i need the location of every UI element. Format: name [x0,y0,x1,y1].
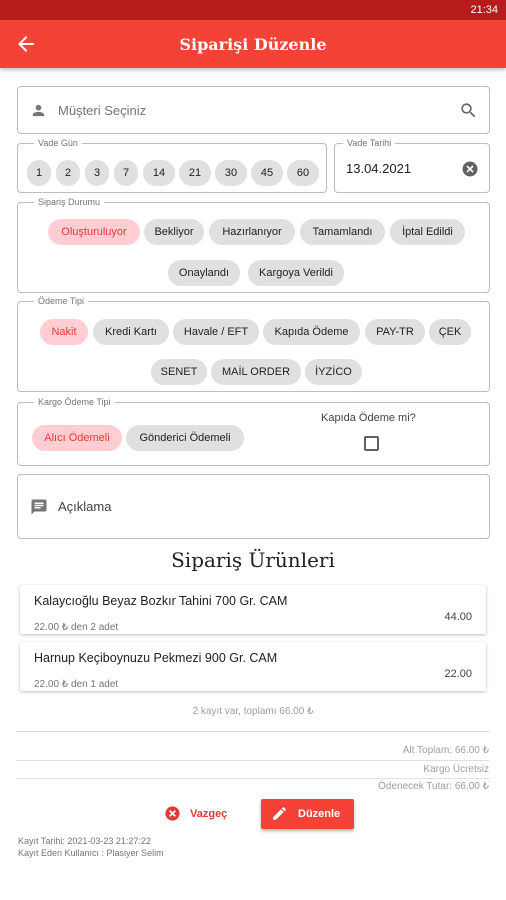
divider [16,778,490,779]
odeme-tipi-group: Ödeme Tipi Nakit Kredi Kartı Havale / EF… [17,295,490,392]
kargo-ucreti: Kargo Ücretsiz [423,764,489,775]
odeme-tipi-chip-selected[interactable]: Nakit [40,319,88,345]
status-bar: 21:34 [0,0,506,20]
vade-tarihi-value: 13.04.2021 [346,161,412,176]
products-title: Sipariş Ürünleri [171,548,335,572]
siparis-durumu-chip[interactable]: İptal Edildi [390,219,465,245]
product-name: Harnup Keçiboynuzu Pekmezi 900 Gr. CAM [34,651,278,665]
submit-button[interactable]: Düzenle [261,799,354,829]
page-title: Siparişi Düzenle [179,35,327,54]
vade-gun-group: Vade Gün 1 2 3 7 14 21 30 45 60 [17,137,327,193]
submit-label: Düzenle [298,808,341,820]
status-time: 21:34 [470,4,498,16]
clear-icon[interactable] [461,160,479,183]
odeme-tipi-chip[interactable]: SENET [151,359,207,385]
odeme-tipi-chip[interactable]: Kapıda Ödeme [263,319,360,345]
vade-gun-chip[interactable]: 2 [56,160,80,186]
vade-gun-chip[interactable]: 14 [143,160,175,186]
product-total: 44.00 [444,611,472,623]
product-detail: 22.00 ₺ den 1 adet [34,679,119,690]
siparis-durumu-legend: Sipariş Durumu [34,196,105,208]
app-bar: Siparişi Düzenle [0,20,506,68]
product-name: Kalaycıoğlu Beyaz Bozkır Tahini 700 Gr. … [34,594,288,608]
divider [16,760,490,761]
product-detail: 22.00 ₺ den 2 adet [34,622,119,633]
vade-gun-chip[interactable]: 30 [215,160,247,186]
odeme-tipi-legend: Ödeme Tipi [34,295,89,307]
siparis-durumu-chip-selected[interactable]: Oluşturuluyor [48,219,140,245]
kargo-odeme-chip-selected[interactable]: Alıcı Ödemeli [32,425,122,451]
cancel-icon [164,805,181,827]
odeme-tipi-chip[interactable]: MAİL ORDER [211,359,301,385]
kargo-odeme-tipi-group: Kargo Ödeme Tipi Alıcı Ödemeli Gönderici… [17,396,490,466]
siparis-durumu-chip[interactable]: Tamamlandı [300,219,385,245]
vade-gun-chip[interactable]: 60 [287,160,319,186]
person-icon [30,102,47,124]
vade-gun-chip[interactable]: 21 [179,160,211,186]
odeme-tipi-chip[interactable]: İYZİCO [305,359,362,385]
alt-toplam: Alt Toplam: 66.00 ₺ [402,745,489,756]
customer-placeholder: Müşteri Seçiniz [58,103,147,118]
vade-tarihi-legend: Vade Tarihi [343,137,396,149]
siparis-durumu-chip[interactable]: Kargoya Verildi [248,260,344,286]
vade-gun-chip[interactable]: 3 [85,160,109,186]
product-total: 22.00 [444,668,472,680]
product-card[interactable]: Harnup Keçiboynuzu Pekmezi 900 Gr. CAM 2… [20,642,486,691]
siparis-durumu-chip[interactable]: Hazırlanıyor [209,219,295,245]
customer-select-field[interactable]: Müşteri Seçiniz [17,86,490,134]
comment-icon [30,498,48,521]
vade-gun-chip[interactable]: 45 [251,160,283,186]
vade-gun-legend: Vade Gün [34,137,82,149]
siparis-durumu-chip[interactable]: Onaylandı [168,260,240,286]
kargo-odeme-tipi-legend: Kargo Ödeme Tipi [34,396,115,408]
odeme-tipi-chip[interactable]: Kredi Kartı [93,319,169,345]
odeme-tipi-chip[interactable]: ÇEK [429,319,471,345]
odeme-tipi-chip[interactable]: Havale / EFT [173,319,259,345]
products-summary: 2 kayıt var, toplamı 66.00 ₺ [192,706,314,717]
cancel-label: Vazgeç [190,808,228,820]
cancel-button[interactable]: Vazgeç [160,800,240,828]
aciklama-field[interactable]: Açıklama [17,474,490,539]
kargo-odeme-chip[interactable]: Gönderici Ödemeli [126,425,244,451]
odenecek-tutar: Ödenecek Tutar: 66.00 ₺ [378,781,489,792]
kayit-eden: Kayıt Eden Kullanıcı : Plasiyer Selim [18,848,164,858]
vade-tarihi-field[interactable]: Vade Tarihi 13.04.2021 [334,137,490,193]
odeme-tipi-chip[interactable]: PAY-TR [365,319,425,345]
product-card[interactable]: Kalaycıoğlu Beyaz Bozkır Tahini 700 Gr. … [20,585,486,634]
cod-label: Kapıda Ödeme mi? [321,412,416,424]
siparis-durumu-group: Sipariş Durumu Oluşturuluyor Bekliyor Ha… [17,196,490,293]
cod-checkbox[interactable] [364,436,379,451]
search-icon[interactable] [459,101,478,125]
aciklama-placeholder: Açıklama [58,499,112,514]
divider [16,731,490,732]
siparis-durumu-chip[interactable]: Bekliyor [144,219,204,245]
vade-gun-chip[interactable]: 7 [114,160,138,186]
vade-gun-chip[interactable]: 1 [27,160,51,186]
kayit-tarihi: Kayıt Tarihi: 2021-03-23 21:27:22 [18,836,151,846]
edit-icon [271,805,288,827]
